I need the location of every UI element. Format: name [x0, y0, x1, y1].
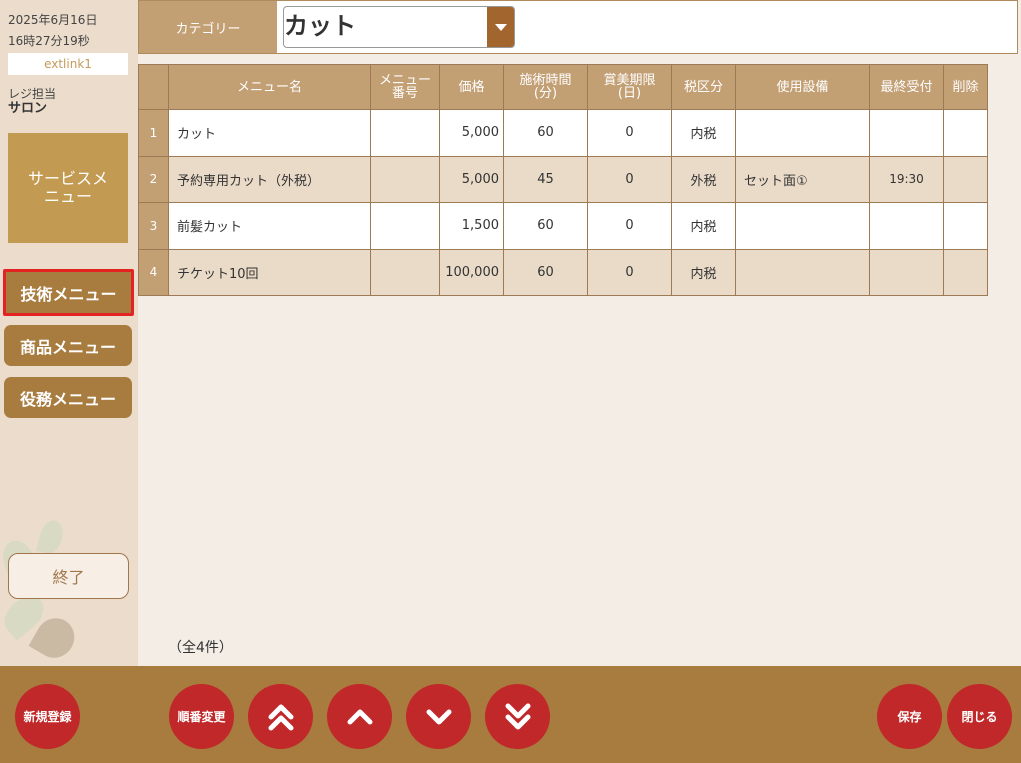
table-row[interactable]: 1 カット 5,000 60 0 内税 — [138, 109, 988, 157]
chevron-up-icon — [347, 709, 372, 724]
menu-name-cell[interactable]: チケット10回 — [168, 248, 371, 296]
menu-number-cell[interactable] — [370, 202, 440, 250]
expiry-cell[interactable]: 0 — [587, 109, 672, 157]
row-number: 2 — [138, 155, 169, 203]
expiry-cell[interactable]: 0 — [587, 202, 672, 250]
duration-cell[interactable]: 45 — [503, 155, 588, 203]
service-menu-button[interactable]: サービスメニュー — [8, 133, 128, 243]
menu-number-cell[interactable] — [370, 248, 440, 296]
header-menu-number-line2: 番号 — [391, 86, 418, 101]
move-bottom-button[interactable] — [485, 684, 550, 749]
last-accept-cell[interactable] — [869, 248, 944, 296]
double-chevron-up-icon — [268, 704, 293, 730]
delete-cell[interactable] — [943, 248, 988, 296]
duration-cell[interactable]: 60 — [503, 109, 588, 157]
delete-cell[interactable] — [943, 202, 988, 250]
tax-cell[interactable]: 内税 — [671, 109, 736, 157]
table-row[interactable]: 2 予約専用カット（外税） 5,000 45 0 外税 セット面① 19:30 — [138, 155, 988, 203]
table-row[interactable]: 4 チケット10回 100,000 60 0 内税 — [138, 248, 988, 296]
tax-cell[interactable]: 内税 — [671, 248, 736, 296]
end-button[interactable]: 終了 — [8, 553, 129, 599]
move-top-button[interactable] — [248, 684, 313, 749]
tech-menu-button[interactable]: 技術メニュー — [3, 269, 134, 316]
close-button[interactable]: 閉じる — [947, 684, 1012, 749]
chevron-down-icon — [426, 709, 451, 724]
header-duration: 施術時間 (分) — [503, 64, 588, 110]
current-date: 2025年6月16日 — [8, 13, 98, 27]
row-number: 4 — [138, 248, 169, 296]
sidebar: 2025年6月16日 16時27分19秒 extlink1 レジ担当 サロン サ… — [0, 0, 138, 666]
equipment-cell[interactable] — [735, 202, 870, 250]
header-delete: 削除 — [943, 64, 988, 110]
equipment-cell[interactable]: セット面① — [735, 155, 870, 203]
register-value: サロン — [8, 101, 48, 116]
product-menu-button[interactable]: 商品メニュー — [4, 325, 132, 366]
expiry-cell[interactable]: 0 — [587, 248, 672, 296]
header-duration-line2: (分) — [533, 86, 558, 101]
menu-name-cell[interactable]: 前髪カット — [168, 202, 371, 250]
menu-table: メニュー名 メニュー 番号 価格 施術時間 (分) 賞美期限 (日) 税区分 使用設備… — [138, 64, 988, 296]
header-price: 価格 — [439, 64, 504, 110]
menu-name-cell[interactable]: カット — [168, 109, 371, 157]
new-register-button[interactable]: 新規登録 — [15, 684, 80, 749]
move-up-button[interactable] — [327, 684, 392, 749]
last-accept-cell[interactable]: 19:30 — [869, 155, 944, 203]
table-row[interactable]: 3 前髪カット 1,500 60 0 内税 — [138, 202, 988, 250]
category-label: カテゴリー — [139, 1, 277, 53]
row-number: 3 — [138, 202, 169, 250]
price-cell[interactable]: 5,000 — [439, 155, 504, 203]
row-number: 1 — [138, 109, 169, 157]
service-work-menu-button[interactable]: 役務メニュー — [4, 377, 132, 418]
menu-name-cell[interactable]: 予約専用カット（外税） — [168, 155, 371, 203]
category-bar: カテゴリー カット — [138, 0, 1018, 54]
header-row-number — [138, 64, 169, 110]
category-select[interactable]: カット — [283, 6, 515, 48]
move-down-button[interactable] — [406, 684, 471, 749]
delete-cell[interactable] — [943, 109, 988, 157]
table-header-row: メニュー名 メニュー 番号 価格 施術時間 (分) 賞美期限 (日) 税区分 使用設備… — [138, 64, 988, 110]
duration-cell[interactable]: 60 — [503, 202, 588, 250]
equipment-cell[interactable] — [735, 248, 870, 296]
decorative-leaf — [35, 517, 67, 557]
price-cell[interactable]: 1,500 — [439, 202, 504, 250]
current-time: 16時27分19秒 — [8, 34, 90, 48]
expiry-cell[interactable]: 0 — [587, 155, 672, 203]
price-cell[interactable]: 100,000 — [439, 248, 504, 296]
menu-number-cell[interactable] — [370, 109, 440, 157]
header-expiry-line2: (日) — [617, 86, 642, 101]
save-button[interactable]: 保存 — [877, 684, 942, 749]
header-tax: 税区分 — [671, 64, 736, 110]
price-cell[interactable]: 5,000 — [439, 109, 504, 157]
last-accept-cell[interactable] — [869, 109, 944, 157]
menu-number-cell[interactable] — [370, 155, 440, 203]
header-menu-number: メニュー 番号 — [370, 64, 440, 110]
header-expiry: 賞美期限 (日) — [587, 64, 672, 110]
total-count: （全4件） — [168, 640, 233, 656]
header-last-accept: 最終受付 — [869, 64, 944, 110]
dropdown-caret-icon[interactable] — [487, 7, 514, 47]
duration-cell[interactable]: 60 — [503, 248, 588, 296]
header-menu-name: メニュー名 — [168, 64, 371, 110]
double-chevron-down-icon — [505, 703, 530, 729]
user-name: extlink1 — [8, 53, 128, 75]
reorder-button[interactable]: 順番変更 — [169, 684, 234, 749]
last-accept-cell[interactable] — [869, 202, 944, 250]
bottom-action-bar: 新規登録 順番変更 保存 閉じる — [0, 666, 1021, 763]
header-equipment: 使用設備 — [735, 64, 870, 110]
delete-cell[interactable] — [943, 155, 988, 203]
equipment-cell[interactable] — [735, 109, 870, 157]
tax-cell[interactable]: 外税 — [671, 155, 736, 203]
tax-cell[interactable]: 内税 — [671, 202, 736, 250]
category-value: カット — [284, 12, 356, 40]
